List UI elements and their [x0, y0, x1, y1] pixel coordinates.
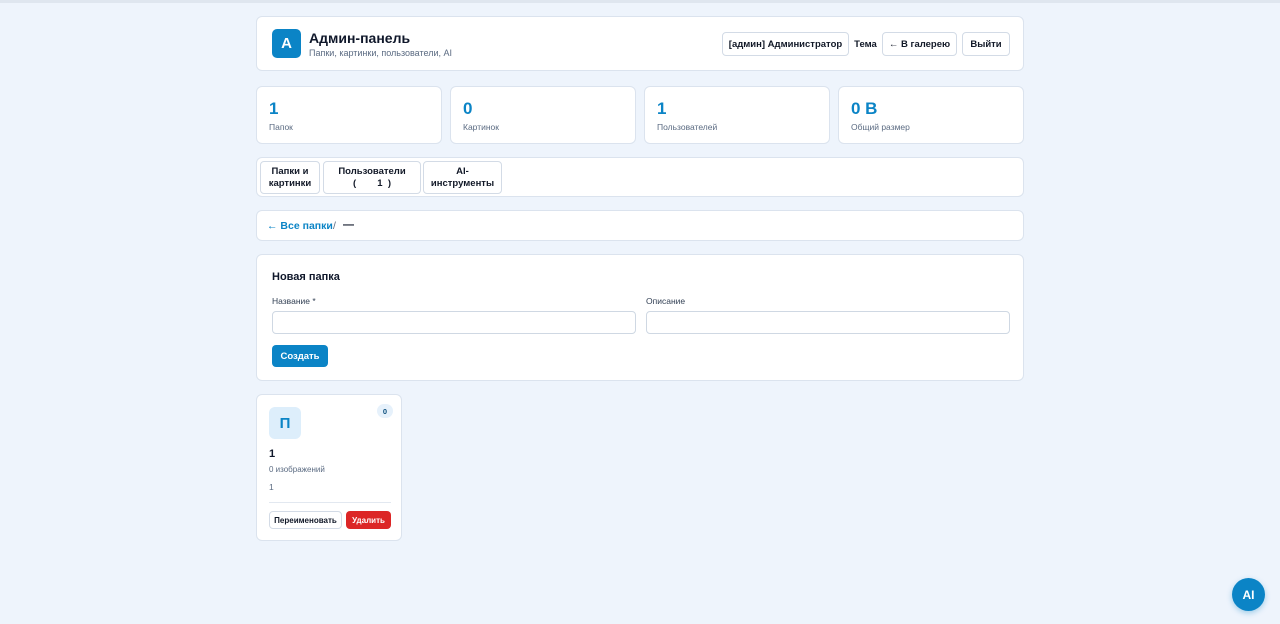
stat-label: Картинок — [463, 122, 500, 132]
breadcrumb-separator: / — [333, 220, 336, 232]
folder-divider — [269, 502, 391, 503]
tab-label-line1: Пользователи — [338, 165, 406, 177]
page-title: Админ-панель — [309, 30, 411, 46]
tab-bar: Папки и картинки Пользователи ( 1 ) AI- … — [256, 157, 1024, 197]
stat-label: Папок — [269, 122, 293, 132]
breadcrumb: ← Все папки / — — [256, 210, 1024, 241]
stat-value: 1 — [269, 99, 279, 118]
tab-label-line2: инструменты — [430, 177, 495, 189]
image-count-badge: 0 — [377, 404, 393, 418]
gallery-button[interactable]: ← В галерею — [882, 32, 957, 56]
name-input[interactable] — [272, 311, 636, 334]
stat-value: 0 B — [851, 99, 878, 118]
stat-folders: 1 Папок — [256, 86, 442, 144]
ai-assistant-button[interactable]: AI — [1232, 578, 1265, 611]
stat-label: Общий размер — [851, 122, 910, 132]
stat-label: Пользователей — [657, 122, 718, 132]
form-title: Новая папка — [272, 271, 340, 283]
stat-total-size: 0 B Общий размер — [838, 86, 1024, 144]
stat-images: 0 Картинок — [450, 86, 636, 144]
top-divider — [0, 0, 1280, 3]
tab-users[interactable]: Пользователи ( 1 ) — [323, 161, 421, 194]
folder-icon: П — [269, 407, 301, 439]
stat-users: 1 Пользователей — [644, 86, 830, 144]
breadcrumb-current: — — [343, 219, 354, 231]
theme-button[interactable]: Тема — [853, 32, 878, 56]
tab-ai-tools[interactable]: AI- инструменты — [423, 161, 502, 194]
folder-image-count: 0 изображений — [269, 465, 325, 474]
tab-folders-images[interactable]: Папки и картинки — [260, 161, 320, 194]
rename-button[interactable]: Переименовать — [269, 511, 342, 529]
new-folder-form: Новая папка Название * Описание Создать — [256, 254, 1024, 381]
delete-button[interactable]: Удалить — [346, 511, 391, 529]
tab-label-line1: AI- — [456, 165, 469, 177]
create-button[interactable]: Создать — [272, 345, 328, 367]
stat-value: 0 — [463, 99, 473, 118]
logout-button[interactable]: Выйти — [962, 32, 1010, 56]
tab-label-line1: Папки и — [271, 165, 309, 177]
name-label: Название * — [272, 296, 316, 306]
page-subtitle: Папки, картинки, пользователи, AI — [309, 48, 452, 58]
all-folders-link[interactable]: ← Все папки — [267, 220, 333, 232]
folder-name: 1 — [269, 448, 276, 460]
folder-description: 1 — [269, 482, 274, 492]
tab-label-line2: ( 1 ) — [352, 177, 391, 189]
description-input[interactable] — [646, 311, 1010, 334]
app-logo: A — [272, 29, 301, 58]
folder-card[interactable]: П 0 1 0 изображений 1 Переименовать Удал… — [256, 394, 402, 541]
stat-value: 1 — [657, 99, 667, 118]
user-button[interactable]: [админ] Администратор — [722, 32, 849, 56]
tab-label-line2: картинки — [268, 177, 312, 189]
admin-header: A Админ-панель Папки, картинки, пользова… — [256, 16, 1024, 71]
description-label: Описание — [646, 296, 686, 306]
